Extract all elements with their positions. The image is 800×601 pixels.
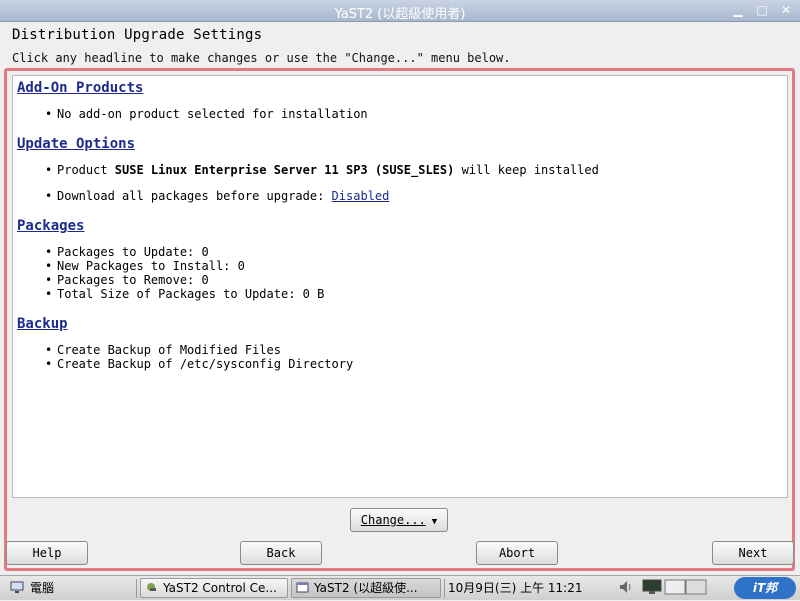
list-item: • Packages to Remove: 0	[45, 273, 209, 287]
list-item: • New Packages to Install: 0	[45, 259, 245, 273]
taskbar: 電腦 YaST2 Control Ce... YaST2 (以超級使... 10…	[0, 575, 800, 600]
window-titlebar[interactable]: YaST2 (以超級使用者) ▁ □ ✕	[0, 0, 800, 22]
ithome-logo: iT邦	[734, 577, 796, 599]
show-desktop-icon[interactable]	[10, 579, 24, 598]
list-item: • Total Size of Packages to Update: 0 B	[45, 287, 325, 301]
close-icon[interactable]: ✕	[778, 3, 794, 18]
maximize-icon[interactable]: □	[754, 3, 770, 18]
clock[interactable]: 10月9日(三) 上午 11:21	[448, 579, 582, 598]
network-icon[interactable]	[642, 579, 662, 598]
summary-panel: Add-On Products • No add-on product selec…	[12, 75, 788, 498]
minimize-icon[interactable]: ▁	[730, 3, 746, 18]
taskbar-yast-control-center[interactable]: YaST2 Control Ce...	[140, 578, 288, 598]
list-item: • Download all packages before upgrade: D…	[45, 189, 390, 203]
update-options-link[interactable]: Update Options	[17, 136, 135, 152]
computer-menu[interactable]: 電腦	[30, 579, 54, 598]
abort-button[interactable]: Abort	[476, 541, 558, 565]
change-menu-button[interactable]: Change... ▼	[350, 508, 448, 532]
list-item: • Create Backup of Modified Files	[45, 343, 281, 357]
list-item: • No add-on product selected for installa…	[45, 107, 368, 121]
yast-icon	[147, 583, 156, 591]
change-button-label: Change...	[360, 513, 426, 527]
list-item: • Packages to Update: 0	[45, 245, 209, 259]
page-subtitle: Click any headline to make changes or us…	[12, 51, 511, 65]
page-title: Distribution Upgrade Settings	[12, 27, 263, 43]
list-item: • Product SUSE Linux Enterprise Server 11…	[45, 163, 599, 177]
help-button[interactable]: Help	[6, 541, 88, 565]
volume-icon[interactable]	[618, 579, 634, 598]
back-button[interactable]: Back	[240, 541, 322, 565]
addon-products-link[interactable]: Add-On Products	[17, 80, 143, 96]
next-button[interactable]: Next	[712, 541, 794, 565]
taskbar-yast-window[interactable]: YaST2 (以超級使...	[291, 578, 441, 598]
window-icon	[296, 582, 309, 593]
list-item: • Create Backup of /etc/sysconfig Directo…	[45, 357, 354, 371]
download-packages-toggle-link[interactable]: Disabled	[332, 189, 390, 203]
workspace-switcher[interactable]	[664, 579, 708, 598]
backup-link[interactable]: Backup	[17, 316, 68, 332]
chevron-down-icon: ▼	[431, 517, 438, 527]
window-title: YaST2 (以超級使用者)	[334, 7, 466, 22]
packages-link[interactable]: Packages	[17, 218, 84, 234]
